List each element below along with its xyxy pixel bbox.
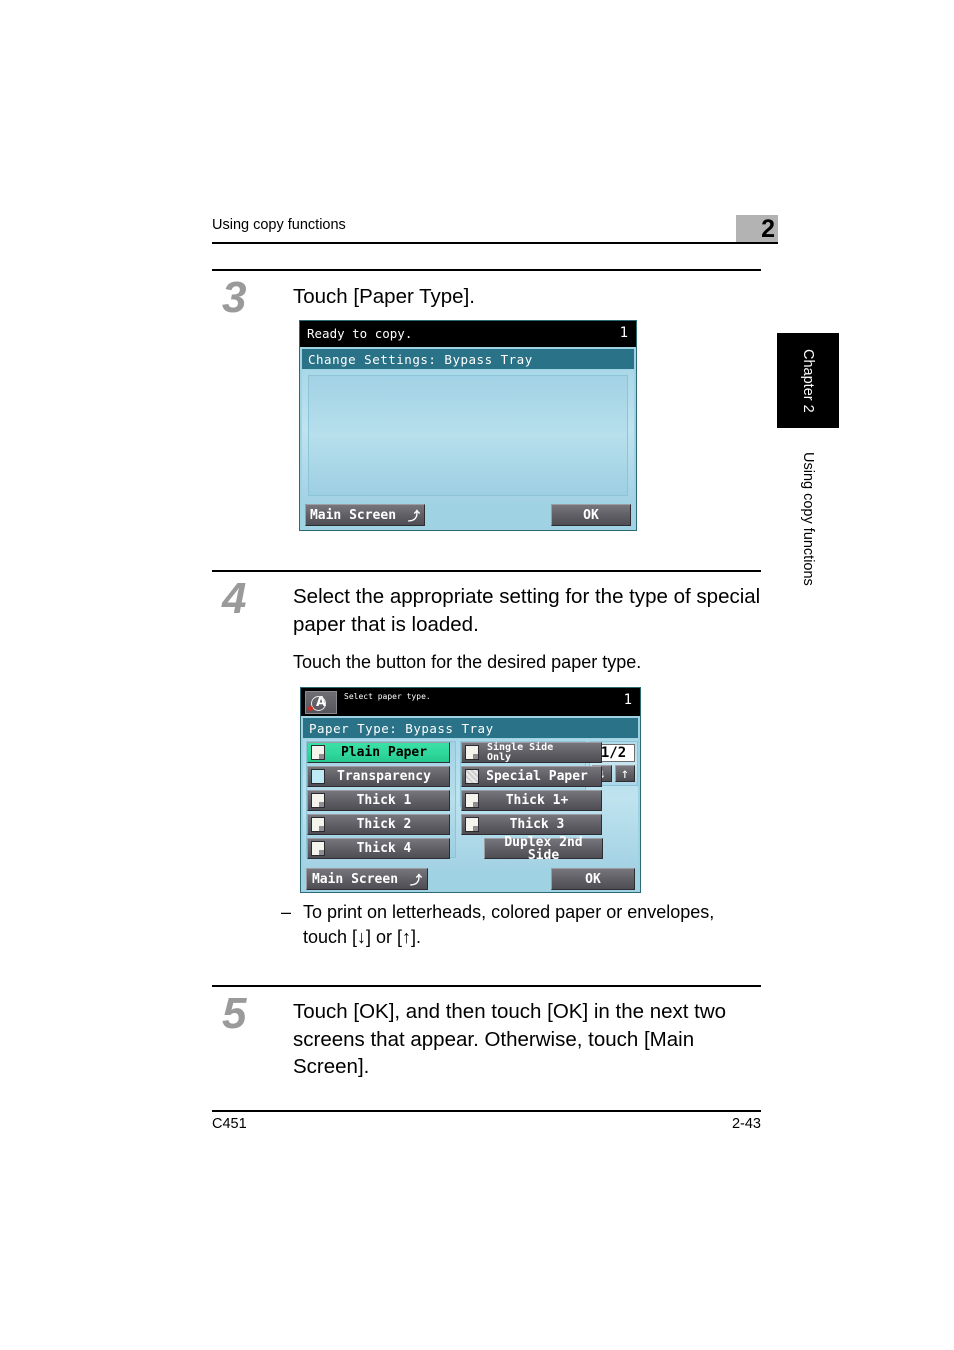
paper-swatch-icon [311,817,325,832]
step-5-rule [212,985,761,988]
header-rule [212,242,761,245]
running-head-text: Using copy functions [212,217,346,233]
step-3-rule [212,269,761,272]
option-label: Thick 4 [356,841,412,856]
paper-type-option-plain-paper[interactable]: Plain Paper [307,742,450,763]
option-label: Thick 1+ [505,793,569,808]
paper-type-option-single-side-only[interactable]: Single Side Only [461,742,602,763]
paper-type-option-thick-2[interactable]: Thick 2 [307,814,450,835]
screen2-main-screen-button[interactable]: Main Screen ⤴ [306,868,428,890]
paper-swatch-icon [311,793,325,808]
paper-type-option-thick-3[interactable]: Thick 3 [461,814,602,835]
step-4-note: – To print on letterheads, colored paper… [281,900,751,950]
screen2-ok-button[interactable]: OK [551,868,635,890]
section-tab-label: Using copy functions [800,452,816,586]
screen1-title: Change Settings: Bypass Tray [302,349,634,369]
chapter-badge-underline [736,242,778,245]
note-text: To print on letterheads, colored paper o… [303,902,715,947]
transparency-swatch-icon [311,769,325,784]
screen1-body [302,370,634,502]
step-4-number: 4 [222,574,247,623]
screen1-ok-button[interactable]: OK [551,504,631,526]
duplex-2nd-side-button[interactable]: Duplex 2nd Side [484,834,603,863]
option-label: Thick 2 [356,817,412,832]
option-label: Single Side Only [487,741,554,763]
chapter-badge-number: 2 [761,215,775,243]
step-3-number: 3 [222,273,247,322]
paper-swatch-icon [311,745,325,760]
red-dot-icon [308,706,313,711]
paper-type-option-thick-1-plus[interactable]: Thick 1+ [461,790,602,811]
return-arrow-icon: ⤴ [410,872,423,887]
option-label: Thick 1 [356,793,412,808]
screen2-status-message: Select paper type. [344,692,431,701]
screen1-inner-panel [308,375,628,496]
paper-swatch-icon [311,841,325,856]
option-label: Thick 3 [509,817,565,832]
screen1-ok-label: OK [583,507,599,523]
screen2-copy-count: 1 [623,692,632,708]
note-dash: – [281,902,292,922]
scroll-up-button[interactable]: ↑ [615,765,635,782]
paper-type-option-thick-1[interactable]: Thick 1 [307,790,450,811]
step-3-text: Touch [Paper Type]. [293,285,475,308]
screen2-title: Paper Type: Bypass Tray [303,718,638,738]
screen1-main-screen-button[interactable]: Main Screen ⤴ [305,504,425,526]
paper-swatch-icon [465,793,479,808]
arrow-up-icon: ↑ [620,765,630,782]
manual-page: Using copy functions 2 Chapter 2 Using c… [0,0,954,1350]
screen1-copy-count: 1 [619,325,628,341]
auto-paper-select-icon: A [305,691,337,714]
paper-swatch-icon [465,817,479,832]
step-5-number: 5 [222,989,247,1038]
step-5-text: Touch [OK], and then touch [OK] in the n… [293,1000,727,1078]
screen2-main-screen-label: Main Screen [311,871,399,887]
circle-ring-icon [311,696,326,711]
screen1-main-screen-label: Main Screen [309,507,397,523]
paper-type-option-special-paper[interactable]: Special Paper [461,766,602,787]
step-4-text: Select the appropriate setting for the t… [293,585,761,636]
screen1-status-message: Ready to copy. [307,326,413,341]
duplex-2nd-side-label: Duplex 2nd Side [504,834,583,863]
footer-page-number: 2-43 [731,1116,761,1132]
paper-type-option-transparency[interactable]: Transparency [307,766,450,787]
screen2-ok-label: OK [585,871,601,887]
option-label: Special Paper [486,769,588,784]
special-paper-swatch-icon [465,769,479,784]
chapter-tab-label: Chapter 2 [800,348,816,413]
paper-type-option-thick-4[interactable]: Thick 4 [307,838,450,859]
lcd-screen-paper-type: A Select paper type. 1 Paper Type: Bypas… [300,687,641,893]
running-head: Using copy functions [212,218,761,233]
paper-swatch-icon [465,745,479,760]
step-4-rule [212,570,761,573]
return-arrow-icon: ⤴ [408,508,421,523]
lcd-screen-change-settings: Ready to copy. 1 Change Settings: Bypass… [299,320,637,531]
footer-rule [212,1110,761,1112]
option-label: Plain Paper [340,745,428,760]
step-4-subtext: Touch the button for the desired paper t… [293,652,642,672]
option-label: Transparency [337,769,431,784]
